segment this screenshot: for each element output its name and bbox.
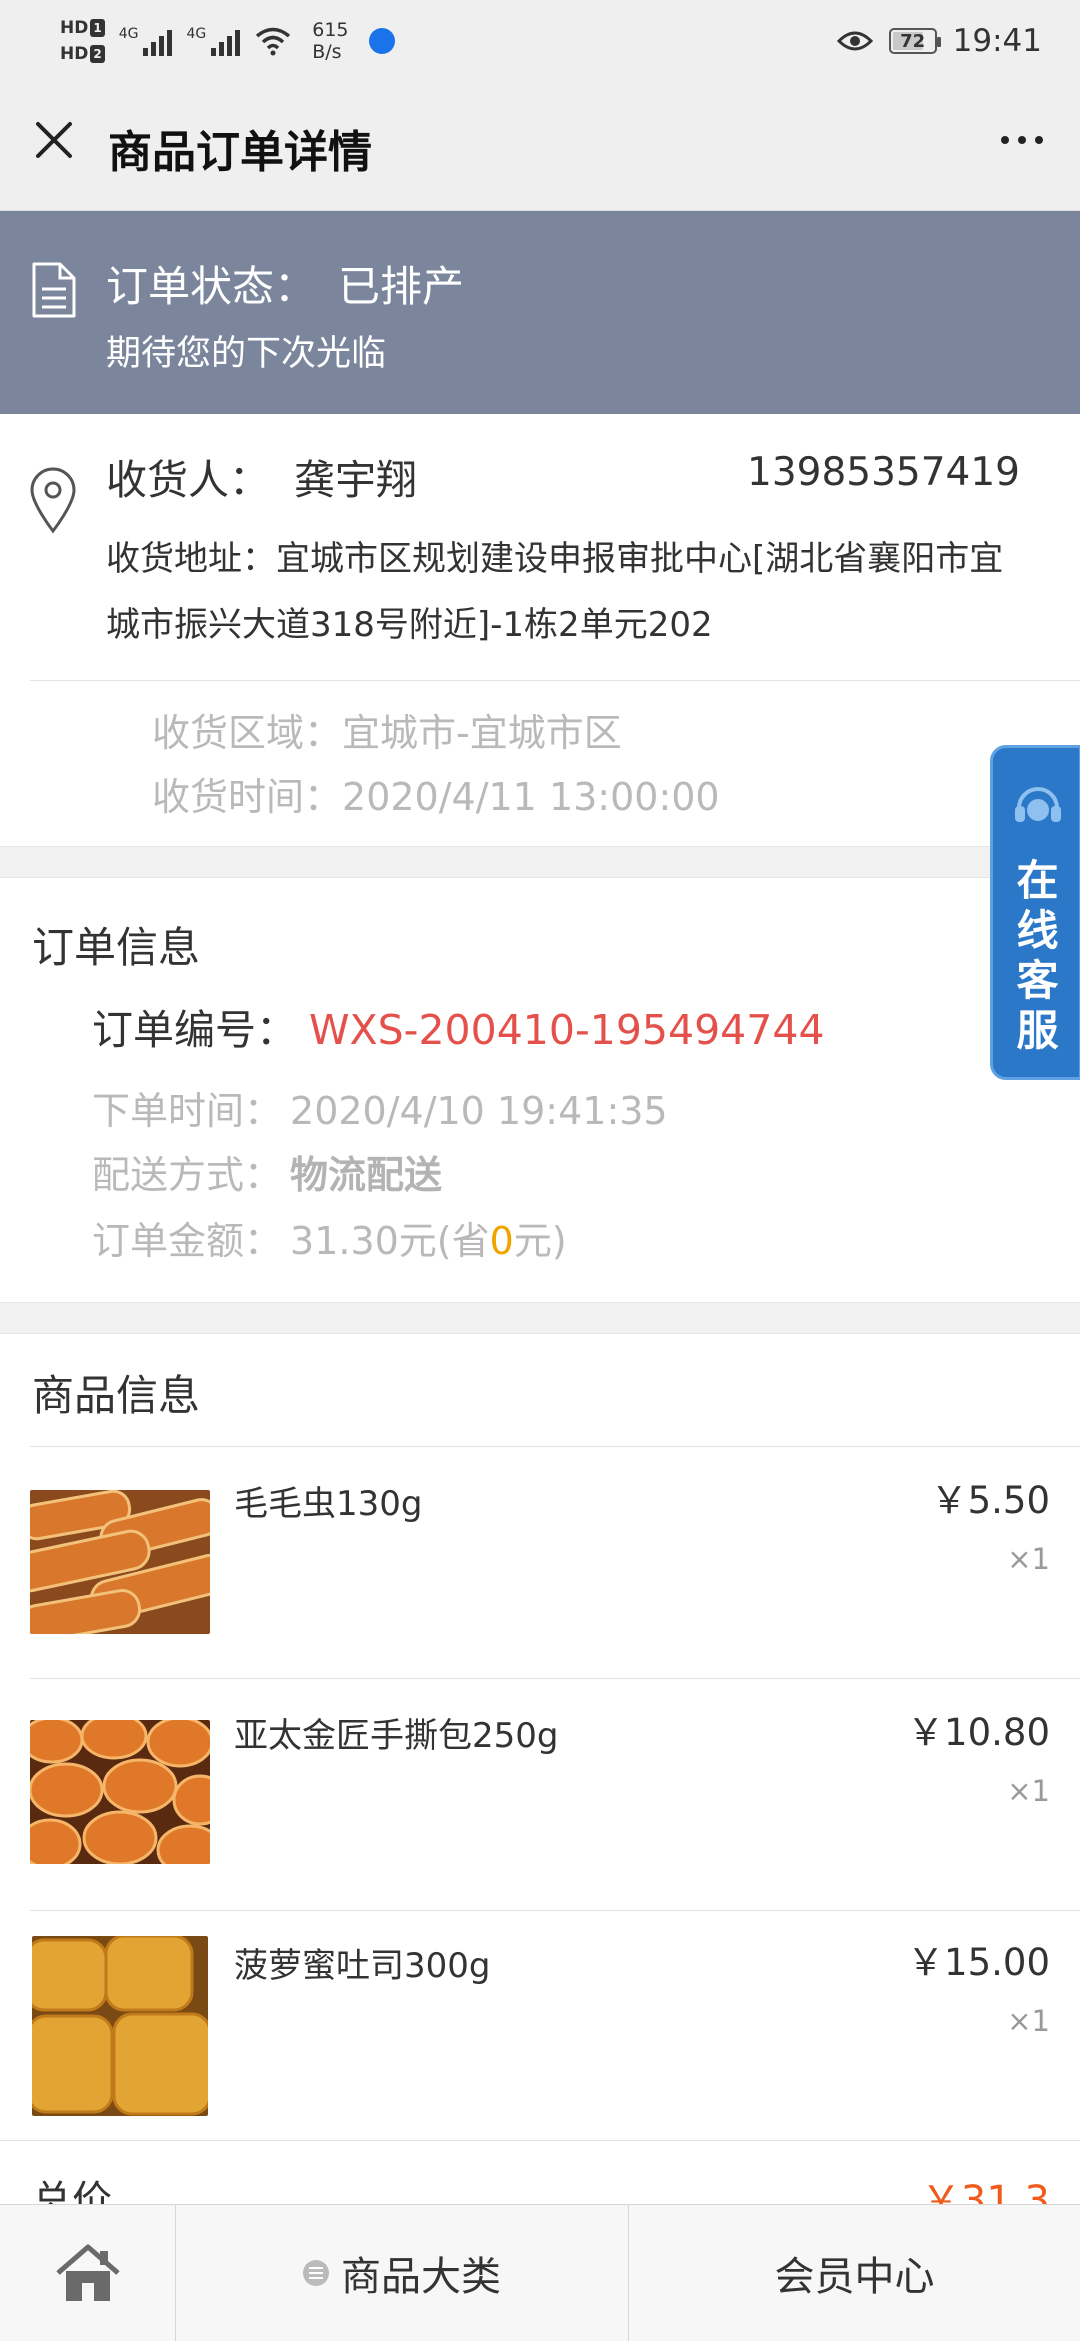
nav-category-label: 商品大类 [341,2254,501,2300]
signal-icon-2: 4G [186,26,241,56]
nav-member-label: 会员中心 [774,2254,935,2300]
receiver-time: 收货时间：2020/4/11 13:00:00 [152,775,720,819]
divider [0,2140,1080,2141]
service-label-char: 服 [1016,1006,1059,1055]
battery-icon: 72 [888,28,941,54]
product-name: 菠萝蜜吐司300g [234,1946,491,1986]
nav-home-button[interactable] [0,2205,176,2341]
bottom-nav: 商品大类 会员中心 [0,2204,1080,2341]
more-dot-icon [1018,136,1026,144]
divider [30,1678,1080,1679]
receiver-section: 收货人： 龚宇翔 13985357419 收货地址：宜城市区规划建设申报审批中心[… [0,414,1080,846]
clock: 19:41 [952,23,1042,59]
order-number: 订单编号： WXS-200410-195494744 [92,996,825,1056]
signal-icon-1: 4G [119,26,173,56]
online-service-label: 在线客服 [993,856,1080,1056]
hd1-indicator: HD 1 [60,19,105,37]
receiver-name-label: 收货人： [106,456,270,504]
order-status-subtitle: 期待您的下次光临 [106,334,387,374]
product-quantity: ×1 [1007,1774,1050,1808]
status-bar-right: 72 19:41 [836,16,1042,66]
product-image[interactable] [32,1936,208,2116]
more-menu-button[interactable] [992,112,1052,168]
close-button[interactable] [26,112,82,168]
headset-icon [1015,787,1061,822]
service-label-char: 在 [1016,856,1059,905]
service-label-char: 线 [1016,906,1059,955]
receiver-address: 收货地址：宜城市区规划建设申报审批中心[湖北省襄阳市宜城市振兴大道318号附近]… [106,526,1026,658]
order-status-label: 订单状态： [106,262,317,311]
product-name: 亚太金匠手撕包250g [234,1716,559,1756]
status-bar-left: HD 1 HD 2 4G 4G 615 B/s [60,10,395,72]
receiver-name: 收货人： 龚宇翔 [106,446,417,506]
receiver-region: 收货区域：宜城市-宜城市区 [152,711,622,755]
status-bar: HD 1 HD 2 4G 4G 615 B/s 72 19:41 [0,0,1080,82]
order-number-value: WXS-200410-195494744 [309,1006,825,1054]
section-gap [0,1302,1080,1334]
close-icon [36,122,72,158]
network-speed: 615 B/s [312,19,349,63]
order-placed-time: 下单时间： 2020/4/10 19:41:35 [92,1089,668,1133]
section-gap [0,846,1080,878]
location-pin-icon [30,467,76,534]
product-quantity: ×1 [1007,2004,1050,2038]
product-price: ￥10.80 [907,1711,1050,1754]
order-number-label: 订单编号： [92,1006,297,1054]
service-label-char: 客 [1016,956,1059,1005]
products-title: 商品信息 [32,1371,201,1420]
product-name: 毛毛虫130g [234,1484,423,1524]
product-price: ￥5.50 [930,1479,1050,1522]
more-dot-icon [1035,136,1043,144]
more-dot-icon [1001,136,1009,144]
receiver-address-label: 收货地址： [106,539,276,579]
order-status-value: 已排产 [338,262,465,311]
home-icon [55,2244,120,2301]
order-status: 订单状态： 已排产 [106,253,464,314]
order-status-banner: 订单状态： 已排产 期待您的下次光临 [0,211,1080,414]
product-image[interactable] [30,1490,210,1634]
divider [30,1910,1080,1911]
document-icon [32,262,76,318]
service-char: 在线客服 [993,856,1080,1056]
hd2-indicator: HD 2 [60,45,105,63]
product-image[interactable] [30,1720,210,1864]
menu-icon [303,2260,329,2286]
browser-icon [368,28,395,54]
saved-amount: 0 [489,1219,514,1263]
divider [30,1446,1080,1447]
product-price: ￥15.00 [907,1941,1050,1984]
product-quantity: ×1 [1007,1542,1050,1576]
page-title: 商品订单详情 [108,127,372,178]
wifi-icon [256,27,291,56]
divider [30,680,1080,681]
eye-icon [836,31,873,51]
title-bar: 商品订单详情 [0,82,1080,211]
online-service-button[interactable]: 在线客服 [990,745,1080,1080]
delivery-method: 配送方式： 物流配送 [92,1153,443,1197]
order-info-title: 订单信息 [32,923,201,972]
nav-member-button[interactable]: 会员中心 [629,2205,1080,2341]
nav-category-button[interactable]: 商品大类 [176,2205,629,2341]
receiver-phone[interactable]: 13985357419 [747,450,1020,495]
receiver-name-value: 龚宇翔 [294,456,417,504]
hd-indicators: HD 1 HD 2 [60,19,105,63]
order-amount: 订单金额： 31.30元(省0元) [92,1219,567,1263]
